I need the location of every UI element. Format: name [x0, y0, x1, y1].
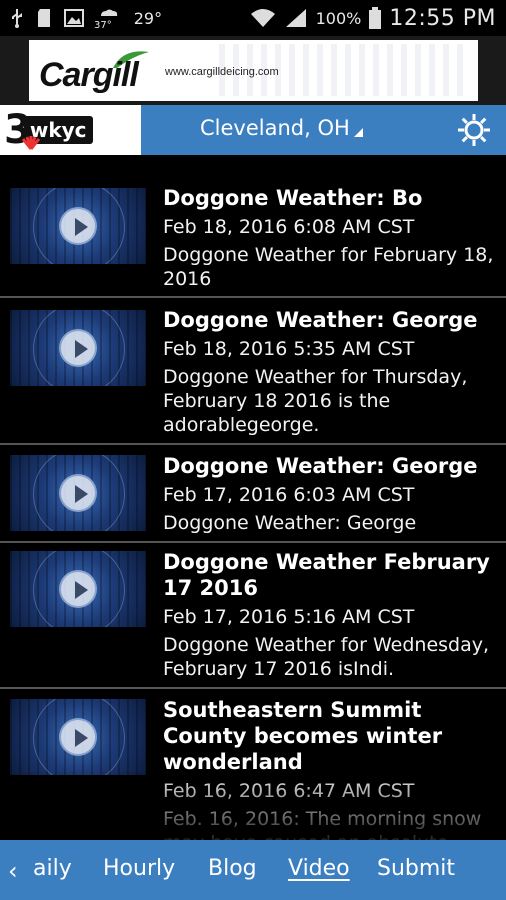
location-selector[interactable]: Cleveland, OH: [200, 116, 363, 140]
signal-icon: [284, 7, 308, 29]
clock: 12:55 PM: [389, 5, 496, 31]
play-icon[interactable]: [59, 207, 97, 245]
ad-banner[interactable]: Cargill www.cargilldeicing.com: [0, 36, 506, 105]
sd-card-icon: [36, 8, 52, 28]
video-date: Feb 18, 2016 5:35 AM CST: [163, 338, 415, 360]
dropdown-caret-icon: [353, 128, 363, 137]
video-title: Doggone Weather: George: [163, 308, 478, 332]
video-thumbnail[interactable]: [10, 699, 146, 775]
video-description: Doggone Weather for February 18, 2016: [163, 244, 494, 290]
video-list-item[interactable]: Doggone Weather: George Feb 18, 2016 5:3…: [0, 298, 506, 445]
video-list-item[interactable]: Southeastern Summit County becomes winte…: [0, 689, 506, 854]
video-thumbnail[interactable]: [10, 310, 146, 386]
video-date: Feb 17, 2016 5:16 AM CST: [163, 606, 415, 628]
status-bar: 37° 29° 100% 12:55 PM: [0, 0, 506, 36]
video-title: Doggone Weather February 17 2016: [163, 550, 490, 600]
video-list-item[interactable]: Doggone Weather: Bo Feb 18, 2016 6:08 AM…: [0, 170, 506, 298]
chevron-left-icon[interactable]: ‹: [8, 857, 18, 885]
wifi-icon: [250, 7, 276, 29]
app-header: 3 wkyc Cleveland, OH: [0, 105, 506, 155]
video-thumbnail[interactable]: [10, 455, 146, 531]
play-icon[interactable]: [59, 570, 97, 608]
battery-percent: 100%: [315, 8, 362, 28]
play-icon[interactable]: [59, 474, 97, 512]
tab-video[interactable]: Video: [288, 856, 350, 881]
tab-daily[interactable]: aily: [33, 856, 72, 881]
video-list: Doggone Weather: Bo Feb 18, 2016 6:08 AM…: [0, 170, 506, 854]
battery-icon: [369, 7, 382, 29]
video-thumbnail[interactable]: [10, 188, 146, 264]
video-date: Feb 16, 2016 6:47 AM CST: [163, 780, 415, 802]
tab-hourly[interactable]: Hourly: [103, 856, 175, 881]
video-list-item[interactable]: Doggone Weather February 17 2016 Feb 17,…: [0, 543, 506, 689]
bottom-nav: ‹ aily Hourly Blog Video Submit: [0, 840, 506, 900]
video-list-item[interactable]: Doggone Weather: George Feb 17, 2016 6:0…: [0, 445, 506, 543]
video-title: Doggone Weather: George: [163, 454, 478, 478]
tab-blog[interactable]: Blog: [208, 856, 257, 881]
video-description: Doggone Weather for Wednesday, February …: [163, 634, 490, 680]
play-icon[interactable]: [59, 329, 97, 367]
ad-url: www.cargilldeicing.com: [165, 66, 279, 78]
video-description: Doggone Weather: George: [163, 512, 417, 534]
video-title: Doggone Weather: Bo: [163, 186, 423, 210]
video-date: Feb 17, 2016 6:03 AM CST: [163, 484, 415, 506]
usb-icon: [10, 8, 24, 28]
temp-small: 37°: [94, 19, 112, 31]
peacock-icon: [21, 135, 41, 154]
gear-icon[interactable]: [456, 112, 492, 148]
video-thumbnail[interactable]: [10, 551, 146, 627]
ad-content[interactable]: Cargill www.cargilldeicing.com: [29, 40, 478, 101]
temperature: 29°: [133, 8, 163, 28]
play-icon[interactable]: [59, 718, 97, 756]
video-description: Doggone Weather for Thursday, February 1…: [163, 366, 468, 436]
tab-submit[interactable]: Submit: [377, 856, 455, 881]
video-date: Feb 18, 2016 6:08 AM CST: [163, 216, 415, 238]
video-title: Southeastern Summit County becomes winte…: [163, 698, 443, 774]
image-icon: [64, 9, 84, 27]
ad-brand-logo: Cargill: [39, 56, 139, 94]
station-logo[interactable]: 3 wkyc: [0, 105, 141, 155]
location-label: Cleveland, OH: [200, 116, 350, 140]
